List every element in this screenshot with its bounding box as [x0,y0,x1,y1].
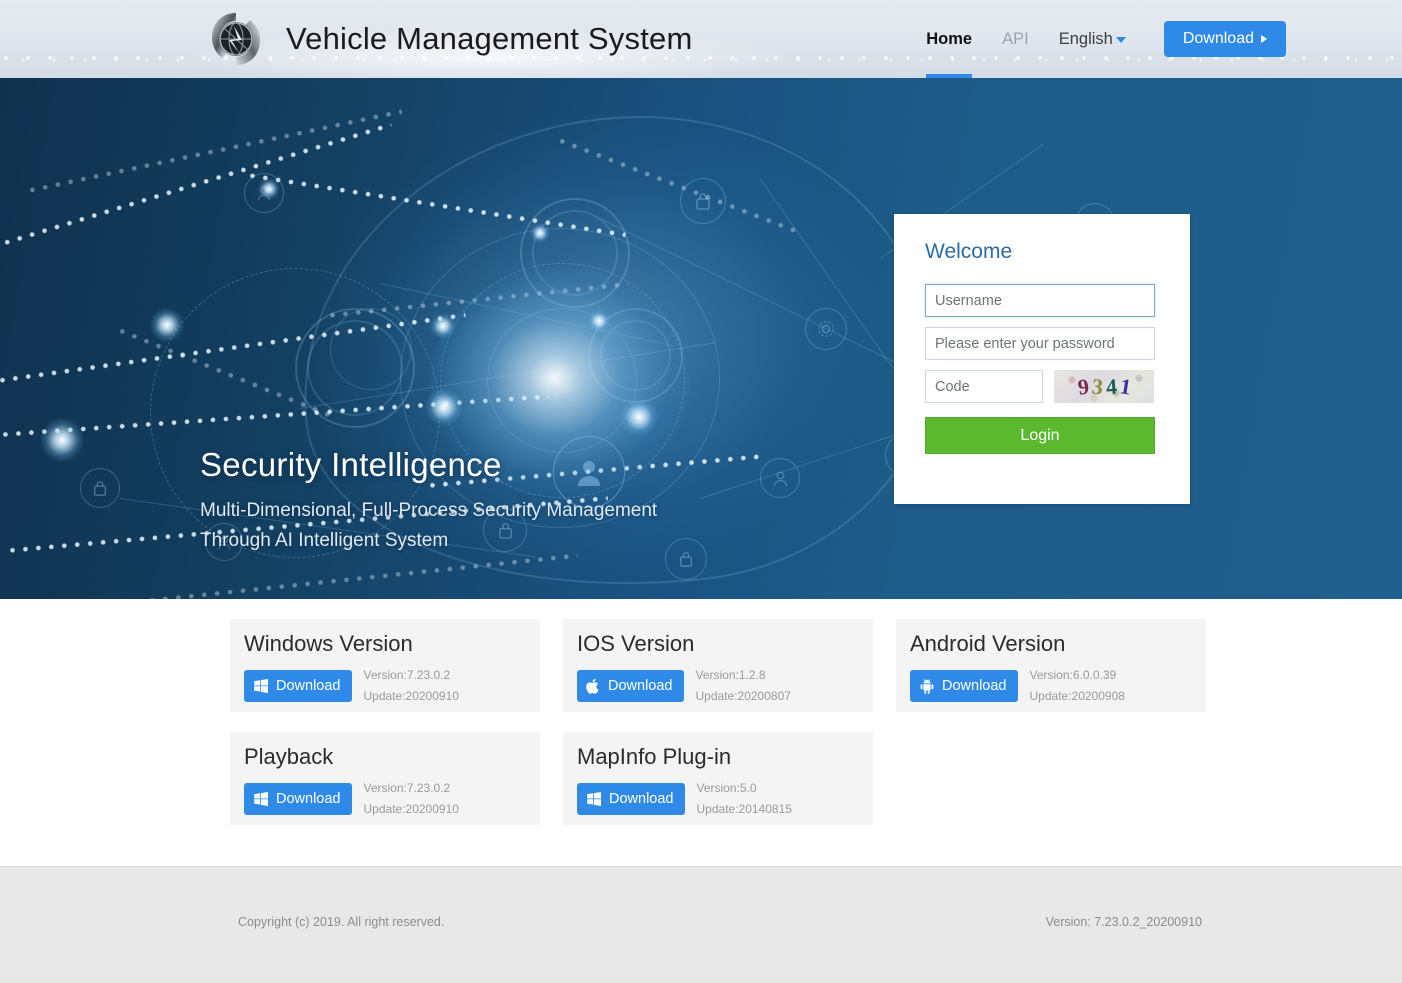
download-button[interactable]: Download [910,670,1018,702]
globe-emblem-logo-icon [208,10,264,68]
captcha-row: 9 3 4 1 [925,370,1159,403]
login-button[interactable]: Login [925,417,1155,454]
nav-item-api[interactable]: API [1002,0,1029,78]
windows-logo-icon [586,791,602,807]
user-icon [760,458,800,498]
download-card: Android Version Download Version:6.0.0.3… [896,619,1206,712]
lock-icon [665,538,707,580]
download-button-label: Download [942,678,1007,694]
triangle-right-icon [1261,35,1267,43]
download-card: MapInfo Plug-in Download Version:5.0 Upd… [563,732,873,825]
card-update: Update:20140815 [696,802,792,816]
card-version: Version:5.0 [696,781,757,795]
download-button[interactable]: Download [244,670,352,702]
hero-headline: Security Intelligence [200,446,502,483]
site-header: Vehicle Management System Home API Engli… [0,0,1402,78]
nav-item-home[interactable]: Home [926,0,972,78]
site-footer: Copyright (c) 2019. All right reserved. … [0,866,1402,983]
android-logo-icon [919,678,935,694]
download-card: Playback Download Version:7.23.0.2 Updat… [230,732,540,825]
downloads-row-2: Playback Download Version:7.23.0.2 Updat… [230,732,1402,825]
captcha-char-4: 1 [1117,372,1133,400]
nav-item-language[interactable]: English [1059,0,1126,78]
card-title: IOS Version [577,631,695,656]
login-panel: Welcome 9 3 4 1 Login [894,214,1190,504]
gear-icon [805,308,847,350]
hero-subline-2: Through AI Intelligent System [200,530,449,551]
footer-copyright: Copyright (c) 2019. All right reserved. [238,915,445,929]
card-version: Version:7.23.0.2 [363,668,451,682]
footer-version: Version: 7.23.0.2_20200910 [1045,915,1202,929]
hero-banner: Security Intelligence Multi-Dimensional,… [0,78,1402,599]
download-button[interactable]: Download [244,783,352,815]
brand: Vehicle Management System [208,10,693,68]
downloads-section: Windows Version Download Version:7.23.0.… [0,599,1402,825]
lock-icon [680,178,726,224]
download-card: IOS Version Download Version:1.2.8 Updat… [563,619,873,712]
download-button-label: Download [609,791,674,807]
windows-logo-icon [253,678,269,694]
card-version: Version:6.0.0.39 [1029,668,1117,682]
card-title: Android Version [910,631,1066,656]
login-title: Welcome [925,240,1013,263]
header-download-button[interactable]: Download [1163,21,1286,57]
windows-logo-icon [253,791,269,807]
login-form: 9 3 4 1 Login [925,284,1159,454]
card-title: Playback [244,744,334,769]
downloads-row-1: Windows Version Download Version:7.23.0.… [230,619,1402,712]
download-card: Windows Version Download Version:7.23.0.… [230,619,540,712]
header-download-label: Download [1182,30,1254,47]
nav-item-language-label: English [1058,29,1113,48]
apple-logo-icon [586,678,601,695]
chevron-down-icon [1115,37,1126,43]
card-update: Update:20200807 [695,689,791,703]
captcha-char-3: 4 [1104,373,1118,399]
page-root: Vehicle Management System Home API Engli… [0,0,1402,983]
main-navigation: Home API English Download [926,0,1402,78]
lock-icon [80,468,120,508]
download-button[interactable]: Download [577,783,685,815]
card-version: Version:7.23.0.2 [363,781,451,795]
download-button-label: Download [276,791,341,807]
hero-subline-1: Multi-Dimensional, Full-Process Security… [200,500,658,521]
captcha-image[interactable]: 9 3 4 1 [1054,370,1154,403]
card-title: Windows Version [244,631,413,656]
download-button[interactable]: Download [577,670,684,702]
captcha-code-input[interactable] [925,370,1043,403]
page-title: Vehicle Management System [286,21,693,56]
card-title: MapInfo Plug-in [577,744,732,769]
username-input[interactable] [925,284,1155,317]
download-button-label: Download [276,678,341,694]
password-input[interactable] [925,327,1155,360]
hero-copy: Security Intelligence Multi-Dimensional,… [200,446,657,556]
card-update: Update:20200910 [363,802,459,816]
card-update: Update:20200908 [1029,689,1125,703]
card-version: Version:1.2.8 [695,668,766,682]
captcha-char-2: 3 [1090,372,1104,400]
download-button-label: Download [608,678,673,694]
captcha-char-1: 9 [1075,372,1091,400]
card-update: Update:20200910 [363,689,459,703]
